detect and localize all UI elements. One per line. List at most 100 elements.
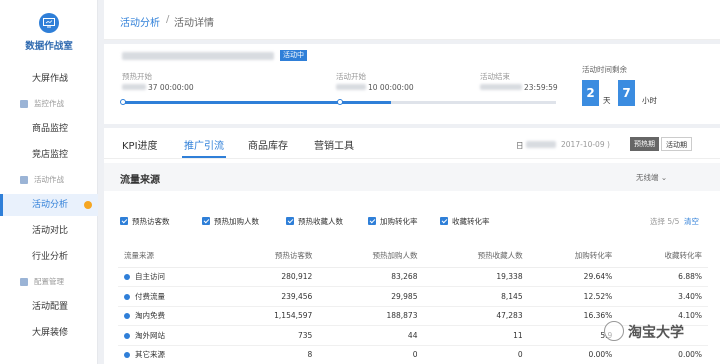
metric-checkboxes: 预热访客数 预热加购人数 预热收藏人数 加购转化率 收藏转化率 bbox=[104, 216, 720, 230]
table-cell: 0 bbox=[318, 345, 424, 364]
sidebar-group-monitor: 监控作战 bbox=[0, 96, 98, 112]
checkbox-checked-icon bbox=[120, 217, 128, 225]
date-range-prefix: 日 bbox=[516, 141, 524, 150]
column-header: 流量来源 bbox=[118, 245, 228, 268]
sidebar-item-activity-compare[interactable]: 活动对比 bbox=[0, 220, 98, 242]
start-value: 10 00:00:00 bbox=[368, 83, 414, 92]
progress-start-marker bbox=[120, 99, 126, 105]
table-cell: 280,912 bbox=[227, 267, 319, 287]
sidebar-group-config: 配置管理 bbox=[0, 274, 98, 290]
bullet-icon bbox=[124, 313, 130, 320]
source-cell: 淘外网站 bbox=[118, 325, 228, 346]
progress-mid-marker bbox=[337, 99, 343, 105]
metric-label: 加购转化率 bbox=[380, 217, 418, 226]
watermark-logo-icon bbox=[604, 321, 624, 341]
breadcrumb-parent[interactable]: 活动分析 bbox=[120, 14, 160, 29]
table-row[interactable]: 其它来源 8 0 0 0.00% 0.00% bbox=[118, 345, 708, 364]
bullet-icon bbox=[124, 293, 130, 300]
tab-promotion[interactable]: 推广引流 bbox=[184, 137, 224, 152]
table-cell: 8 bbox=[227, 345, 319, 364]
app-title: 数据作战室 bbox=[25, 41, 73, 52]
table-cell: 735 bbox=[227, 325, 319, 346]
remaining-hours: 7 bbox=[618, 80, 635, 106]
bullet-icon bbox=[124, 274, 130, 281]
progress-fill bbox=[122, 101, 392, 104]
source-cell: 付费流量 bbox=[118, 286, 228, 307]
table-cell: 239,456 bbox=[227, 286, 319, 307]
checkbox-checked-icon bbox=[286, 217, 294, 225]
section-title: 流量来源 bbox=[120, 175, 160, 186]
sidebar-item-product-monitor[interactable]: 商品监控 bbox=[0, 118, 98, 140]
monitor-group-icon bbox=[20, 100, 28, 108]
table-cell: 1,154,597 bbox=[227, 306, 319, 326]
table-cell: 83,268 bbox=[318, 267, 424, 287]
redacted bbox=[122, 84, 146, 90]
sidebar-item-screen-decor[interactable]: 大屏装修 bbox=[0, 322, 98, 344]
table-cell: 29,985 bbox=[318, 286, 424, 307]
tab-inventory[interactable]: 商品库存 bbox=[248, 137, 288, 152]
metric-label: 收藏转化率 bbox=[452, 217, 490, 226]
source-name: 付费流量 bbox=[135, 291, 165, 301]
activity-name-redacted bbox=[122, 52, 274, 60]
checkbox-checked-icon bbox=[368, 217, 376, 225]
watermark: 淘宝大学 bbox=[604, 316, 716, 346]
sidebar-group-activity: 活动作战 bbox=[0, 172, 98, 188]
date-range-redacted bbox=[526, 141, 556, 148]
table-row[interactable]: 自主访问 280,912 83,268 19,338 29.64% 6.88% bbox=[118, 267, 708, 287]
source-name: 自主访问 bbox=[135, 272, 165, 282]
activity-group-icon bbox=[20, 176, 28, 184]
status-badge: 活动中 bbox=[280, 50, 307, 61]
watermark-text: 淘宝大学 bbox=[628, 325, 684, 341]
terminal-select[interactable]: 无线端 ⌄ bbox=[636, 172, 667, 183]
sidebar-item-dashboard[interactable]: 大屏作战 bbox=[0, 68, 98, 90]
traffic-table: 流量来源 预热访客数 预热加购人数 预热收藏人数 加购转化率 收藏转化率 自主访… bbox=[118, 245, 708, 364]
breadcrumb: 活动分析 / 活动详情 bbox=[104, 0, 720, 40]
redacted bbox=[480, 84, 522, 90]
tab-kpi[interactable]: KPI进度 bbox=[122, 137, 158, 152]
source-cell: 自主访问 bbox=[118, 267, 228, 287]
date-range-end[interactable]: 2017-10-09 ) bbox=[561, 140, 610, 149]
table-cell: 29.64% bbox=[528, 267, 619, 287]
hours-unit: 小时 bbox=[642, 96, 657, 105]
table-cell: 44 bbox=[318, 325, 424, 346]
table-row[interactable]: 付费流量 239,456 29,985 8,145 12.52% 3.40% bbox=[118, 286, 708, 307]
activity-progress-bar bbox=[120, 99, 556, 105]
source-cell: 其它来源 bbox=[118, 345, 228, 364]
activity-info-panel: 活动中 预热开始 37 00:00:00 活动开始 10 00:00:00 活动… bbox=[104, 44, 720, 124]
presale-period-toggle[interactable]: 预热期 bbox=[630, 137, 659, 151]
activity-period-toggle[interactable]: 活动期 bbox=[661, 137, 692, 151]
bullet-icon bbox=[124, 352, 130, 359]
table-cell: 12.52% bbox=[528, 286, 619, 307]
column-header: 收藏转化率 bbox=[618, 245, 708, 268]
table-cell: 8,145 bbox=[423, 286, 529, 307]
days-unit: 天 bbox=[603, 96, 611, 105]
clear-button[interactable]: 清空 bbox=[684, 216, 699, 227]
main-content: 活动分析 / 活动详情 活动中 预热开始 37 00:00:00 活动开始 10… bbox=[104, 0, 720, 364]
table-cell: 47,283 bbox=[423, 306, 529, 326]
end-label: 活动结束 bbox=[480, 72, 510, 81]
sidebar-group-label: 配置管理 bbox=[34, 277, 64, 286]
end-value: 23:59:59 bbox=[524, 83, 558, 92]
sidebar: 数据作战室 大屏作战 监控作战 商品监控 竞店监控 活动作战 活动分析 活动对比… bbox=[0, 0, 98, 364]
breadcrumb-current: 活动详情 bbox=[174, 18, 214, 29]
column-header: 预热加购人数 bbox=[318, 245, 424, 268]
sidebar-item-industry-analysis[interactable]: 行业分析 bbox=[0, 246, 98, 268]
metric-label: 预热加购人数 bbox=[214, 217, 259, 226]
sidebar-item-activity-config[interactable]: 活动配置 bbox=[0, 296, 98, 318]
presale-value: 37 00:00:00 bbox=[148, 83, 194, 92]
config-group-icon bbox=[20, 278, 28, 286]
table-cell: 0.00% bbox=[528, 345, 619, 364]
checkbox-checked-icon bbox=[440, 217, 448, 225]
selection-count: 选择 5/5 bbox=[650, 217, 680, 226]
tab-marketing[interactable]: 营销工具 bbox=[314, 137, 354, 152]
source-name: 其它来源 bbox=[135, 350, 165, 360]
traffic-section-header: 流量来源 无线端 ⌄ bbox=[104, 163, 720, 191]
table-cell: 0.00% bbox=[618, 345, 708, 364]
start-label: 活动开始 bbox=[336, 72, 366, 81]
sidebar-item-activity-analysis[interactable]: 活动分析 bbox=[0, 194, 98, 216]
table-cell: 19,338 bbox=[423, 267, 529, 287]
checkbox-checked-icon bbox=[202, 217, 210, 225]
table-cell: 188,873 bbox=[318, 306, 424, 326]
sidebar-item-competitor-monitor[interactable]: 竞店监控 bbox=[0, 144, 98, 166]
column-header: 加购转化率 bbox=[528, 245, 619, 268]
